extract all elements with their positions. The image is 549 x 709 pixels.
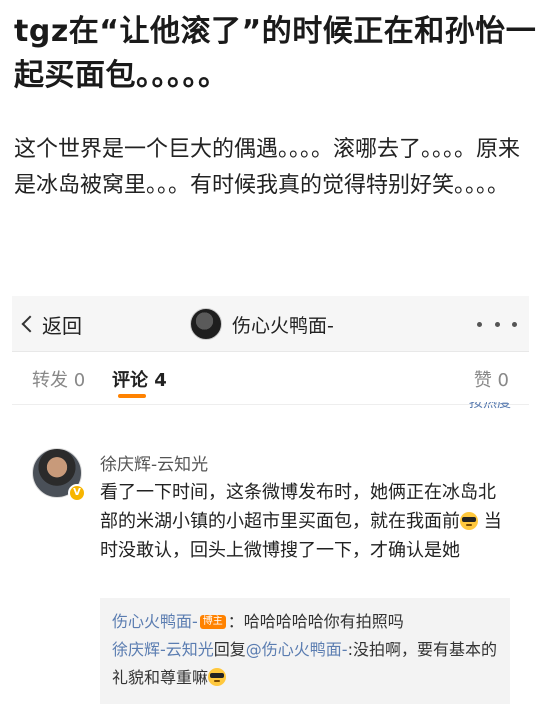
reply-item: 伤心火鸭面- 博主 ：哈哈哈哈哈你有拍照吗 [112, 608, 498, 636]
comment-text: 看了一下时间，这条微博发布时，她俩正在冰岛北部的米湖小镇的小超市里买面包，就在我… [100, 478, 510, 565]
reply-author[interactable]: 徐庆辉-云知光 [112, 640, 214, 659]
reply-box[interactable]: 伤心火鸭面- 博主 ：哈哈哈哈哈你有拍照吗 徐庆辉-云知光回复@伤心火鸭面-:没拍啊… [100, 598, 510, 704]
nav-title: 伤心火鸭面- [232, 314, 334, 337]
sunglasses-emoji-icon [208, 668, 227, 686]
tab-like[interactable]: 赞 0 [474, 366, 509, 392]
comment-author[interactable]: 徐庆辉-云知光 [100, 450, 208, 475]
reply-mention[interactable]: @伤心火鸭面- [246, 640, 348, 659]
page: tgz在“让他滚了”的时候正在和孙怡一起买面包。。。。。 这个世界是一个巨大的偶… [0, 0, 549, 709]
reply-text: ：哈哈哈哈哈你有拍照吗 [227, 612, 404, 631]
sort-toggle[interactable]: 按热度 [469, 402, 511, 416]
top-navbar: 返回 伤心火鸭面- [12, 296, 529, 352]
divider [12, 404, 529, 405]
back-button[interactable]: 返回 [21, 308, 82, 340]
sort-label: 按热度 [469, 402, 511, 411]
dot [512, 321, 517, 327]
reply-item: 徐庆辉-云知光回复@伤心火鸭面-:没拍啊，要有基本的礼貌和尊重嘛 [112, 636, 498, 692]
tab-comment[interactable]: 评论 4 [112, 366, 167, 392]
post-body: 这个世界是一个巨大的偶遇。。。。滚哪去了。。。。原来是冰岛被窝里。。。有时候我真… [14, 137, 521, 198]
back-label: 返回 [42, 313, 82, 338]
post-title: tgz在“让他滚了”的时候正在和孙怡一起买面包。。。。。 [14, 14, 537, 93]
reply-verb: 回复 [213, 640, 246, 659]
avatar[interactable] [190, 308, 222, 340]
comment-text-part1: 看了一下时间，这条微博发布时，她俩正在冰岛北部的米湖小镇的小超市里买面包，就在我… [100, 482, 496, 532]
weibo-screenshot: 返回 伤心火鸭面- 转发 0 评论 4 赞 0 按热度 V 徐庆辉-云知光 看了… [12, 296, 529, 709]
active-tab-indicator [118, 394, 146, 398]
nav-user[interactable]: 伤心火鸭面- [190, 306, 334, 342]
author-badge: 博主 [199, 615, 226, 629]
dot [494, 321, 500, 327]
reply-author[interactable]: 伤心火鸭面- [112, 612, 198, 631]
tab-bar: 转发 0 评论 4 赞 0 [12, 366, 529, 400]
dot [477, 321, 482, 327]
sunglasses-emoji-icon [460, 512, 478, 530]
comment-avatar[interactable]: V [32, 448, 86, 502]
verified-badge-icon: V [68, 484, 86, 502]
tab-repost[interactable]: 转发 0 [32, 366, 85, 392]
more-icon[interactable] [477, 314, 517, 334]
chevron-left-icon [21, 315, 39, 333]
